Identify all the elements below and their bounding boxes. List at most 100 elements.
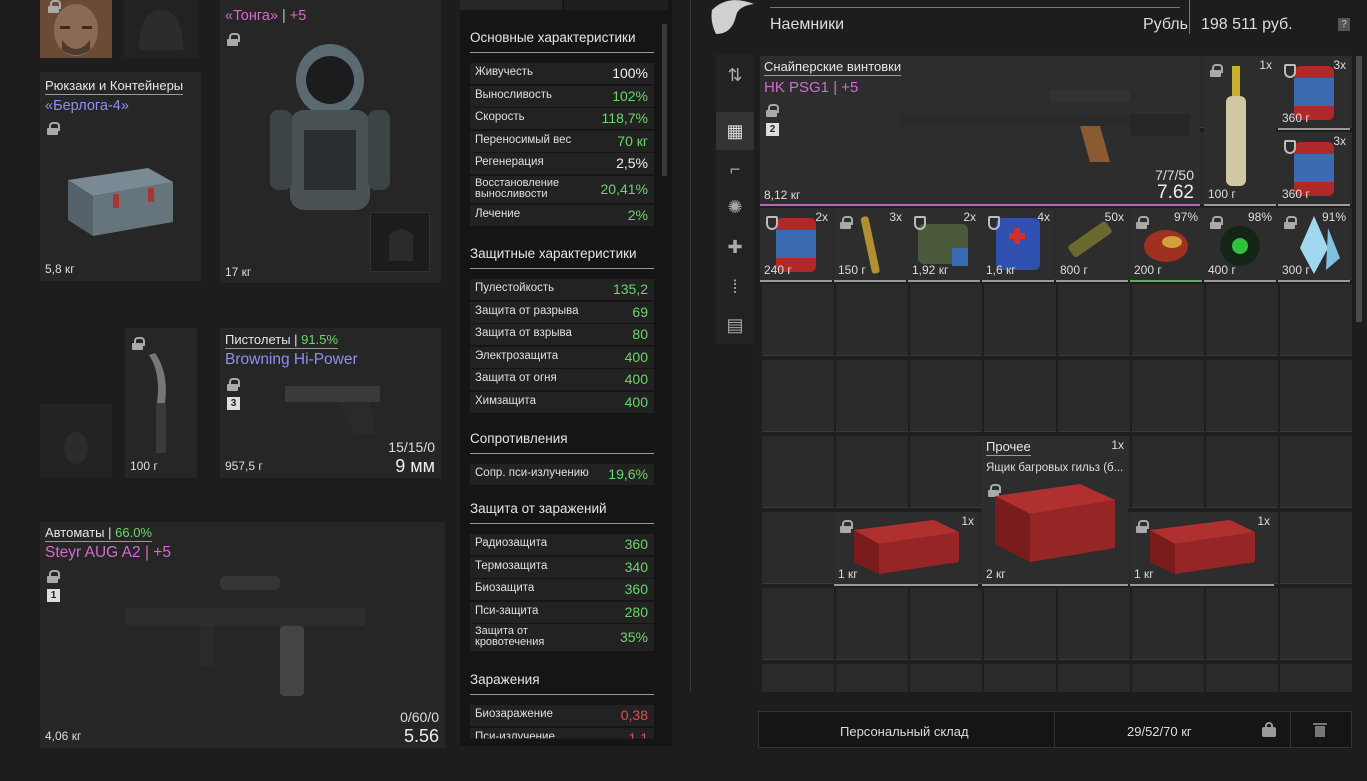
- misc-name: Ящик багровых гильз (б...: [986, 462, 1124, 474]
- medicine-icon[interactable]: ✚: [716, 228, 754, 266]
- grid-cell[interactable]: [910, 284, 982, 356]
- stat-label: Электрозащита: [475, 349, 559, 362]
- grid-cell[interactable]: [910, 588, 982, 660]
- grid-cell[interactable]: [1058, 588, 1130, 660]
- stash-item-medkit[interactable]: 4x 1,6 кг: [982, 208, 1054, 282]
- stat-row: Химзащита 400: [470, 391, 654, 413]
- grid-cell[interactable]: [1058, 284, 1130, 356]
- grid-cell[interactable]: [1206, 360, 1278, 432]
- grid-cell[interactable]: [1058, 360, 1130, 432]
- grid-cell[interactable]: [836, 664, 908, 692]
- item-weight: 800 г: [1060, 263, 1088, 277]
- grid-cell[interactable]: [910, 664, 982, 692]
- stats-scrollbar[interactable]: [662, 24, 667, 176]
- stash-item-stick[interactable]: 3x 150 г: [834, 208, 906, 282]
- footer-divider: [1054, 712, 1055, 747]
- grid-cell[interactable]: [836, 588, 908, 660]
- grid-cell[interactable]: [836, 360, 908, 432]
- stash-item-champagne[interactable]: 1x 100 г: [1204, 56, 1276, 206]
- stat-row: Переносимый вес 70 кг: [470, 130, 654, 152]
- grid-cell[interactable]: [910, 436, 982, 508]
- panel-divider: [690, 0, 691, 692]
- weapon-name: HK PSG1: [764, 79, 830, 96]
- knife-slot[interactable]: 100 г: [125, 328, 197, 478]
- stash-item-shell[interactable]: 50x 800 г: [1056, 208, 1128, 282]
- grid-cell[interactable]: [984, 360, 1056, 432]
- grid-cell[interactable]: [762, 664, 834, 692]
- armor-suit-image: [270, 44, 390, 210]
- grid-cell[interactable]: [1132, 360, 1204, 432]
- grid-cell[interactable]: [1132, 664, 1204, 692]
- grid-cell[interactable]: [1280, 512, 1352, 584]
- grenade-slot[interactable]: [40, 404, 112, 478]
- grid-all-icon[interactable]: ▦: [716, 112, 754, 150]
- grid-cell[interactable]: [1132, 588, 1204, 660]
- container-placeholder-icon: [389, 229, 413, 261]
- item-weight: 100 г: [1208, 187, 1236, 201]
- ammo-icon[interactable]: ⁞: [716, 268, 754, 306]
- stash-item-medbag[interactable]: 2x 1,92 кг: [908, 208, 980, 282]
- grid-cell[interactable]: [1206, 588, 1278, 660]
- grid-cell[interactable]: [1206, 664, 1278, 692]
- shield-icon: [1284, 64, 1296, 78]
- pistol-ammo: 15/15/0: [388, 439, 435, 455]
- grid-cell[interactable]: [762, 436, 834, 508]
- stat-row: Защита от кровотечения 35%: [470, 624, 654, 651]
- sniper-rifle-item[interactable]: Снайперские винтовки HK PSG1 | +5 2 7/7/…: [760, 56, 1200, 206]
- artifacts-icon[interactable]: ✺: [716, 188, 754, 226]
- pistol-slot[interactable]: Пистолеты | 91.5% Browning Hi-Power 3 15…: [220, 328, 441, 478]
- shield-icon: [988, 216, 1000, 230]
- item-count: 3x: [1333, 58, 1346, 72]
- stash-item-artifact-green[interactable]: 98% 400 г: [1204, 208, 1276, 282]
- grid-cell[interactable]: [762, 512, 834, 584]
- stash-scrollbar[interactable]: [1356, 56, 1362, 322]
- stash-item-box-a[interactable]: 1x 1 кг: [834, 512, 978, 586]
- stash-item-pills-b[interactable]: 3x 360 г: [1278, 132, 1350, 206]
- storage-label[interactable]: Персональный склад: [840, 724, 969, 739]
- backpack-slot[interactable]: Рюкзаки и Контейнеры «Берлога-4» 5,8 кг: [40, 72, 201, 281]
- stash-item-pills-c[interactable]: 2x 240 г: [760, 208, 832, 282]
- stash-item-artifact-red[interactable]: 97% 200 г: [1130, 208, 1202, 282]
- tab-effects[interactable]: [564, 0, 668, 10]
- misc-icon[interactable]: ▤: [716, 306, 754, 344]
- stash-item-box-b[interactable]: 1x 1 кг: [1130, 512, 1274, 586]
- tab-character[interactable]: [460, 0, 562, 10]
- grid-cell[interactable]: [984, 664, 1056, 692]
- grid-cell[interactable]: [836, 284, 908, 356]
- grid-cell[interactable]: [1280, 360, 1352, 432]
- weapon-weight: 8,12 кг: [764, 188, 801, 202]
- grid-cell[interactable]: [836, 436, 908, 508]
- grid-cell[interactable]: [1280, 284, 1352, 356]
- grid-cell[interactable]: [762, 284, 834, 356]
- grid-cell[interactable]: [1058, 664, 1130, 692]
- grid-cell[interactable]: [762, 360, 834, 432]
- item-count: 2x: [963, 210, 976, 224]
- sort-icon[interactable]: ⇅: [716, 56, 754, 94]
- item-weight: 300 г: [1282, 263, 1310, 277]
- grid-cell[interactable]: [1280, 436, 1352, 508]
- grid-cell[interactable]: [1280, 588, 1352, 660]
- grid-cell[interactable]: [1132, 436, 1204, 508]
- rifle-slot[interactable]: Автоматы | 66.0% Steyr AUG A2 | +5 1 0/6…: [40, 522, 445, 748]
- armor-slot[interactable]: «Тонга» | +5 17 кг: [220, 0, 441, 283]
- grid-cell[interactable]: [910, 360, 982, 432]
- trash-icon[interactable]: [1313, 721, 1327, 737]
- misc-item-shell-box[interactable]: Прочее 1x Ящик багровых гильз (б... 2 кг: [982, 436, 1128, 586]
- stat-row: Пулестойкость 135,2: [470, 279, 654, 300]
- grid-cell[interactable]: [984, 284, 1056, 356]
- armor-upgrade: +5: [289, 8, 307, 24]
- grid-cell[interactable]: [1132, 284, 1204, 356]
- helmet-slot[interactable]: [123, 0, 198, 58]
- face-slot[interactable]: [40, 0, 112, 58]
- grid-cell[interactable]: [984, 588, 1056, 660]
- grid-cell[interactable]: [1206, 284, 1278, 356]
- grid-cell[interactable]: [1206, 436, 1278, 508]
- stash-item-pills-a[interactable]: 3x 360 г: [1278, 56, 1350, 130]
- weapons-icon[interactable]: ⌐: [716, 150, 754, 188]
- help-button[interactable]: ?: [1338, 18, 1350, 31]
- stash-item-artifact-crystal[interactable]: 91% 300 г: [1278, 208, 1350, 282]
- grid-cell[interactable]: [1280, 664, 1352, 692]
- stat-value: 280: [624, 603, 648, 620]
- armor-container-slot[interactable]: [370, 212, 430, 272]
- grid-cell[interactable]: [762, 588, 834, 660]
